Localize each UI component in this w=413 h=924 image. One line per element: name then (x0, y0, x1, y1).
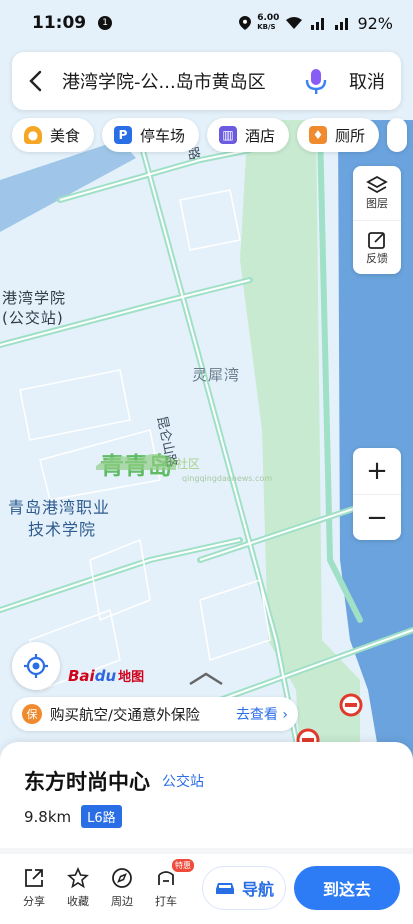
share-label: 分享 (23, 895, 45, 908)
favorite-button[interactable]: 收藏 (56, 867, 100, 909)
map-view[interactable]: 港湾学院 (公交站) 灵犀湾 青岛港湾职业 技术学院 昆仑山路 山路 青青岛 社… (0, 0, 413, 760)
category-chips: ● 美食 P 停车场 ▥ 酒店 ♦ 厕所 (0, 118, 413, 154)
insurance-banner[interactable]: 保 购买航空/交通意外保险 去查看 › (12, 697, 298, 731)
place-distance: 9.8km (24, 807, 72, 826)
map-tools: 图层 反馈 (353, 166, 401, 274)
microphone-icon (305, 69, 327, 94)
taxi-button[interactable]: 特惠 打车 (144, 859, 194, 909)
zoom-controls: + − (353, 448, 401, 540)
chip-parking-label: 停车场 (140, 126, 186, 145)
banner-link[interactable]: 去查看 › (236, 704, 288, 724)
action-bar: 分享 收藏 周边 特惠 打车 导航 到这去 (0, 858, 413, 918)
feedback-button[interactable]: 反馈 (353, 220, 401, 274)
chip-hotel-label: 酒店 (245, 126, 276, 145)
compass-icon (112, 868, 132, 888)
signal-icon (311, 18, 325, 30)
navigate-button[interactable]: 导航 (202, 866, 286, 910)
feedback-icon (368, 231, 385, 249)
taxi-badge: 特惠 (172, 859, 194, 872)
map-label-station[interactable]: 港湾学院 (公交站) (2, 288, 66, 328)
share-icon (25, 869, 43, 887)
map-label-college-2[interactable]: 技术学院 (28, 516, 96, 540)
back-arrow-icon (29, 70, 42, 92)
parking-icon: P (114, 126, 133, 144)
watermark-sub: 社区 (176, 457, 201, 471)
go-here-button[interactable]: 到这去 (294, 866, 400, 910)
nearby-button[interactable]: 周边 (100, 867, 144, 909)
net-speed: 6.00 KB/S (257, 13, 280, 32)
taxi-label: 打车 (155, 895, 177, 908)
wifi-icon (286, 17, 303, 29)
share-button[interactable]: 分享 (12, 867, 56, 909)
feedback-label: 反馈 (366, 251, 388, 265)
notification-badge: 1 (98, 16, 113, 30)
status-time: 11:09 (32, 13, 87, 33)
place-type: 公交站 (162, 774, 204, 790)
layers-button[interactable]: 图层 (353, 166, 401, 220)
favorite-label: 收藏 (67, 895, 89, 908)
signal-icon-2 (335, 18, 349, 30)
map-label-bay: 灵犀湾 (192, 366, 241, 384)
chip-food[interactable]: ● 美食 (12, 118, 95, 152)
search-bar: 港湾学院-公...岛市黄岛区 取消 (12, 52, 401, 110)
chip-more[interactable] (387, 118, 408, 152)
location-icon (239, 16, 252, 30)
search-query[interactable]: 港湾学院-公...岛市黄岛区 (62, 68, 301, 94)
cancel-button[interactable]: 取消 (349, 68, 391, 94)
voice-button[interactable] (301, 66, 331, 96)
layers-icon (366, 175, 388, 194)
navigate-label: 导航 (241, 880, 274, 899)
insurance-icon: 保 (22, 704, 42, 724)
locate-button[interactable] (12, 642, 60, 690)
zoom-out-button[interactable]: − (353, 494, 401, 540)
back-button[interactable] (22, 68, 48, 94)
star-icon (67, 867, 89, 889)
chip-toilet-label: 厕所 (335, 126, 366, 145)
car-icon (215, 883, 234, 894)
chip-hotel[interactable]: ▥ 酒店 (207, 118, 290, 152)
map-label-college-1[interactable]: 青岛港湾职业 (8, 494, 110, 518)
banner-text: 购买航空/交通意外保险 (50, 707, 200, 724)
zoom-in-button[interactable]: + (353, 448, 401, 494)
hotel-icon: ▥ (219, 126, 238, 144)
status-bar: 11:09 1 6.00 KB/S 92% (0, 0, 413, 46)
nearby-label: 周边 (111, 895, 133, 908)
food-icon: ● (24, 126, 42, 144)
watermark-url: qingqingdaonews.com (182, 474, 273, 483)
baidu-logo: Baidu 地图 (68, 667, 145, 685)
chip-food-label: 美食 (50, 126, 81, 145)
battery-level: 92% (357, 13, 393, 33)
chip-toilet[interactable]: ♦ 厕所 (297, 118, 380, 152)
place-name: 东方时尚中心 (24, 770, 150, 794)
card-divider (0, 848, 413, 854)
layers-label: 图层 (366, 197, 388, 210)
toilet-icon: ♦ (309, 126, 328, 144)
chip-parking[interactable]: P 停车场 (102, 118, 200, 152)
bus-line-badge[interactable]: L6路 (81, 805, 122, 828)
locate-icon (24, 654, 48, 678)
